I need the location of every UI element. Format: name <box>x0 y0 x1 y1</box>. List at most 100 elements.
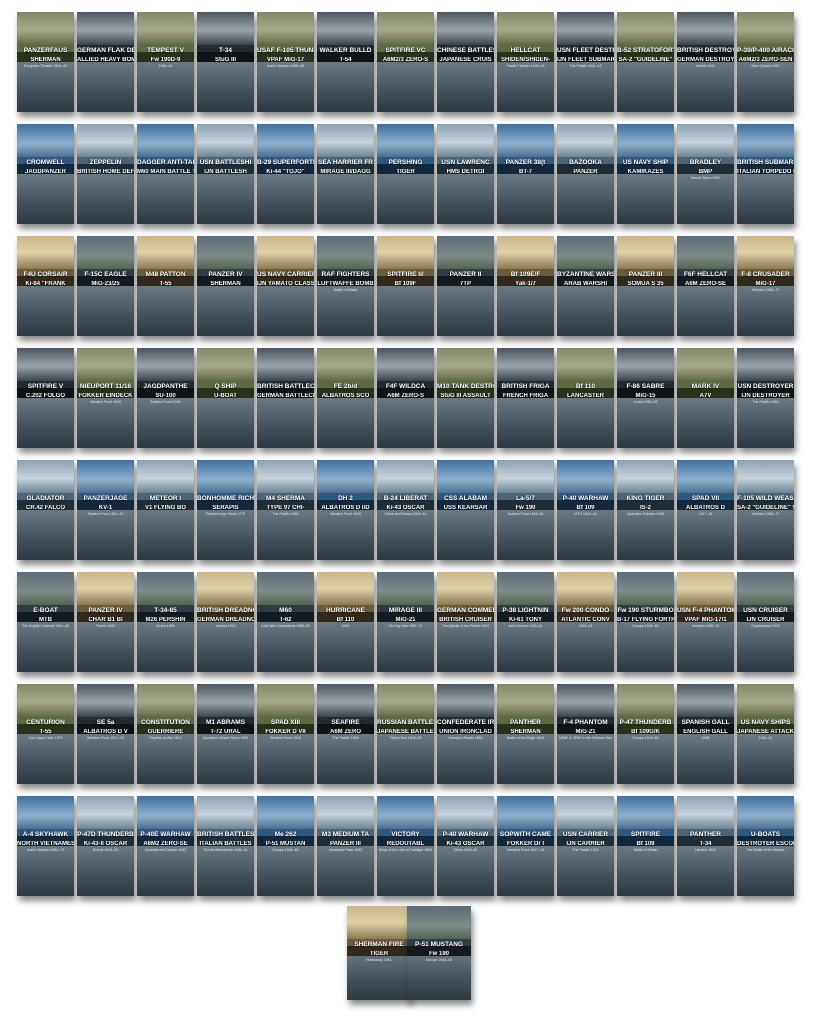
book-cover[interactable]: F4U CORSAIR Ki-84 "FRANK <box>17 236 74 336</box>
book-cover[interactable]: JAGDPANTHE SU-100 Eastern Front 1945 <box>137 348 194 448</box>
book-cover[interactable]: DAGGER ANTI-TANK MI M60 MAIN BATTLE TA <box>137 124 194 224</box>
book-cover[interactable]: M60 T-62 Cold War Combatants 1956–92 <box>257 572 314 672</box>
book-cover[interactable]: BRITISH BATTLES ITALIAN BATTLES The Medite… <box>197 796 254 896</box>
book-cover[interactable]: Bf 109E/F Yak-1/7 <box>497 236 554 336</box>
book-cover[interactable]: T-34-85 M26 PERSHIN Korea 1950 <box>137 572 194 672</box>
book-cover[interactable]: MARK IV A7V <box>677 348 734 448</box>
book-cover[interactable]: BONHOMME RICHA SERAPIS Flamborough Head 17… <box>197 460 254 560</box>
book-cover[interactable]: SPITFIRE Bf 109 Battle of Britain <box>617 796 674 896</box>
book-cover[interactable]: PANZER IV SHERMAN <box>197 236 254 336</box>
book-cover[interactable]: DH 2 ALBATROS D I/D Western Front 1916 <box>317 460 374 560</box>
book-cover[interactable]: GERMAN COMMERCE RA BRITISH CRUISERThe Atl… <box>437 572 494 672</box>
book-cover[interactable]: WALKER BULLD T-54 <box>317 12 374 112</box>
book-cover[interactable]: SPAD VII ALBATROS D 1917–18 <box>677 460 734 560</box>
book-cover[interactable]: PERSHING TIGER <box>377 124 434 224</box>
book-cover[interactable]: FE 2b/d ALBATROS SCO <box>317 348 374 448</box>
book-cover[interactable]: SPITFIRE V C.202 FOLGO <box>17 348 74 448</box>
book-cover[interactable]: SEAFIRE A6M ZERO The Pacific 1945 <box>317 684 374 784</box>
book-cover[interactable]: SOPWITH CAME FOKKER Dr I Western Front 191… <box>497 796 554 896</box>
book-cover[interactable]: USAF F-105 THUNDERC VPAF MiG-17North Viet… <box>257 12 314 112</box>
book-cover[interactable]: NIEUPORT 11/16 FOKKER EINDECK Western Fron… <box>77 348 134 448</box>
book-cover[interactable]: SE 5a ALBATROS D V Western Front 1917–18 <box>77 684 134 784</box>
book-cover[interactable]: BRADLEY BMP Desert Storm 1991 <box>677 124 734 224</box>
book-cover[interactable]: P-39/P-400 AIRACOBRA A6M2/3 ZERO-SENNew G… <box>737 12 794 112</box>
book-cover[interactable]: CHINESE BATTLES JAPANESE CRUIS <box>437 12 494 112</box>
book-cover[interactable]: CROMWELL JAGDPANZER <box>17 124 74 224</box>
book-cover[interactable]: USN BATTLESHI IJN BATTLESH <box>197 124 254 224</box>
book-cover[interactable]: GLADIATOR CR.42 FALCO <box>17 460 74 560</box>
book-cover[interactable]: F6F HELLCAT A6M ZERO-SE <box>677 236 734 336</box>
book-cover[interactable]: Bf 110 LANCASTER <box>557 348 614 448</box>
book-cover[interactable]: M1 ABRAMS T-72 URAL Operation Desert Storm… <box>197 684 254 784</box>
book-cover[interactable]: TEMPEST V Fw 190D-9 1944–45 <box>137 12 194 112</box>
book-cover[interactable]: F-4 PHANTOM MiG-21 USAF & VPAF in the Viet… <box>557 684 614 784</box>
book-cover[interactable]: BRITISH DREADNOU GERMAN DREADNOUJutland 1… <box>197 572 254 672</box>
book-cover[interactable]: PANTHER SHERMAN Battle of the Bulge 1944 <box>497 684 554 784</box>
book-cover[interactable]: F-15C EAGLE MiG-23/25 <box>77 236 134 336</box>
book-cover[interactable]: F-105 WILD WEASEL SA-2 "GUIDELINE" SAMVie… <box>737 460 794 560</box>
book-cover[interactable]: A-4 SKYHAWK NORTH VIETNAMESE North Vietnam… <box>17 796 74 896</box>
book-cover[interactable]: M48 PATTON T-55 <box>137 236 194 336</box>
book-cover[interactable]: USN CARRIER IJN CARRIER The Pacific 1942 <box>557 796 614 896</box>
book-cover[interactable]: P-47 THUNDERB Bf 109G/K Europe 1943–45 <box>617 684 674 784</box>
book-cover[interactable]: Me 262 P-51 MUSTAN Europe 1944–45 <box>257 796 314 896</box>
book-cover[interactable]: SPANISH GALL ENGLISH GALL 1588 <box>677 684 734 784</box>
book-cover[interactable]: CONFEDERATE IRONC UNION IRONCLADHampton R… <box>437 684 494 784</box>
book-cover[interactable]: BRITISH DESTROY GERMAN DESTROYE Narvik 194… <box>677 12 734 112</box>
book-cover[interactable]: P-51 MUSTANG Fw 190 Europe 1943–45 <box>407 906 471 1000</box>
book-cover[interactable]: PANZERJÄGE KV-1 Eastern Front 1941–43 <box>77 460 134 560</box>
book-cover[interactable]: GERMAN FLAK DEFE ALLIED HEAVY BOMB <box>77 12 134 112</box>
book-cover[interactable]: PANZER II 7TP <box>437 236 494 336</box>
book-cover[interactable]: SPITFIRE II/Bf 109F <box>377 236 434 336</box>
book-cover[interactable]: CSS ALABAM USS KEARSAR <box>437 460 494 560</box>
book-cover[interactable]: U-BOATS DESTROYER ESCORTSThe Battle of th… <box>737 796 794 896</box>
book-cover[interactable]: METEOR I V1 FLYING BO <box>137 460 194 560</box>
book-cover[interactable]: PANTHER T-34 Ukraine 1943 <box>677 796 734 896</box>
book-cover[interactable]: USN CRUISER IJN CRUISER Guadalcanal 1942 <box>737 572 794 672</box>
book-cover[interactable]: RUSSIAN BATTLESH JAPANESE BATTLESYellow S… <box>377 684 434 784</box>
book-cover[interactable]: MIRAGE III MiG-21 Six Day War 1967–70 <box>377 572 434 672</box>
book-cover[interactable]: F4F WILDCA A6M ZERO-S <box>377 348 434 448</box>
book-cover[interactable]: CENTURION T-55 Yom Kippur War 1973 <box>17 684 74 784</box>
book-cover[interactable]: Fw 190 STURMBO B-17 FLYING FORTR Europe 19… <box>617 572 674 672</box>
book-cover[interactable]: SPAD XIII FOKKER D VII Western Front 1918 <box>257 684 314 784</box>
book-cover[interactable]: PANZER III SOMUA S 35 <box>617 236 674 336</box>
book-cover[interactable]: US NAVY CARRIER AIRC IJN YAMATO CLASS BAT… <box>257 236 314 336</box>
book-cover[interactable]: USN LAWRENC HMS DETROI <box>437 124 494 224</box>
book-cover[interactable]: US NAVY SHIPS JAPANESE ATTACK AIRCRAFT194… <box>737 684 794 784</box>
book-cover[interactable]: SPITFIRE VC A6M2/3 ZERO-S <box>377 12 434 112</box>
book-cover[interactable]: KING TIGER IS-2 Operation Solstice 1945 <box>617 460 674 560</box>
book-cover[interactable]: HURRICANE Bf 110 1940 <box>317 572 374 672</box>
book-cover[interactable]: F-8 CRUSADER MiG-17 Vietnam 1965–72 <box>737 236 794 336</box>
book-cover[interactable]: La-5/7 Fw 190 Eastern Front 1942–45 <box>497 460 554 560</box>
book-cover[interactable]: T-34 StuG III <box>197 12 254 112</box>
book-cover[interactable]: P-40E WARHAW A6M2 ZERO-SE Australia and Da… <box>137 796 194 896</box>
book-cover[interactable]: USN DESTROYER IJN DESTROYER The Pacific 19… <box>737 348 794 448</box>
book-cover[interactable]: CONSTITUTION GUERRIERE Frigates at War 181… <box>137 684 194 784</box>
book-cover[interactable]: Fw 200 CONDO ATLANTIC CONV 1941–43 <box>557 572 614 672</box>
book-cover[interactable]: USN F-4 PHANTOM VPAF MiG-17/1 Vietnam 1965… <box>677 572 734 672</box>
book-cover[interactable]: PANZER IV CHAR B1 BI France 1940 <box>77 572 134 672</box>
book-cover[interactable]: US NAVY SHIP KAMIKAZES <box>617 124 674 224</box>
book-cover[interactable]: BRITISH SUBMARINE ITALIAN TORPEDO BOAT <box>737 124 794 224</box>
book-cover[interactable]: P-40 WARHAW Bf 109 MTO 1942–44 <box>557 460 614 560</box>
book-cover[interactable]: P-40 WARHAW Ki-43 OSCAR China 1944–45 <box>437 796 494 896</box>
book-cover[interactable]: B-24 LIBERAT Ki-43 OSCAR China and Burma 1… <box>377 460 434 560</box>
book-cover[interactable]: B-29 SUPERFORTR Ki-44 "TOJO" <box>257 124 314 224</box>
book-cover[interactable]: M3 MEDIUM TA PANZER III Kasserine Pass 194… <box>317 796 374 896</box>
book-cover[interactable]: PANZER 38(t BT-7 <box>497 124 554 224</box>
book-cover[interactable]: B-52 STRATOFORTR SA-2 "GUIDELINE" <box>617 12 674 112</box>
book-cover[interactable]: HELLCAT SHIDEN/SHIDEN- Pacific Theater 194… <box>497 12 554 112</box>
book-cover[interactable]: BYZANTINE WARS ARAB WARSHI <box>557 236 614 336</box>
book-cover[interactable]: VICTORY REDOUTABL Ships of the Line at Tra… <box>377 796 434 896</box>
book-cover[interactable]: USN FLEET DESTRO IJN FLEET SUBMARThe Paci… <box>557 12 614 112</box>
book-cover[interactable]: ZEPPELIN BRITISH HOME DEF <box>77 124 134 224</box>
book-cover[interactable]: PANZERFAUS SHERMAN European Theater 1944–4… <box>17 12 74 112</box>
book-cover[interactable]: RAF FIGHTERS LUFTWAFFE BOMB Battle of Brit… <box>317 236 374 336</box>
book-cover[interactable]: F-86 SABRE MiG-15 Korea 1950–53 <box>617 348 674 448</box>
book-cover[interactable]: E-BOAT MTB The English Channel 1941–45 <box>17 572 74 672</box>
book-cover[interactable]: SHERMAN FIRE TIGER Normandy 1944 <box>347 906 411 1000</box>
book-cover[interactable]: P-38 LIGHTNIN Ki-61 TONY New Guinea 1943–4… <box>497 572 554 672</box>
book-cover[interactable]: M10 TANK DESTRO StuG III ASSAULT <box>437 348 494 448</box>
book-cover[interactable]: BRITISH BATTLECRU GERMAN BATTLECRU <box>257 348 314 448</box>
